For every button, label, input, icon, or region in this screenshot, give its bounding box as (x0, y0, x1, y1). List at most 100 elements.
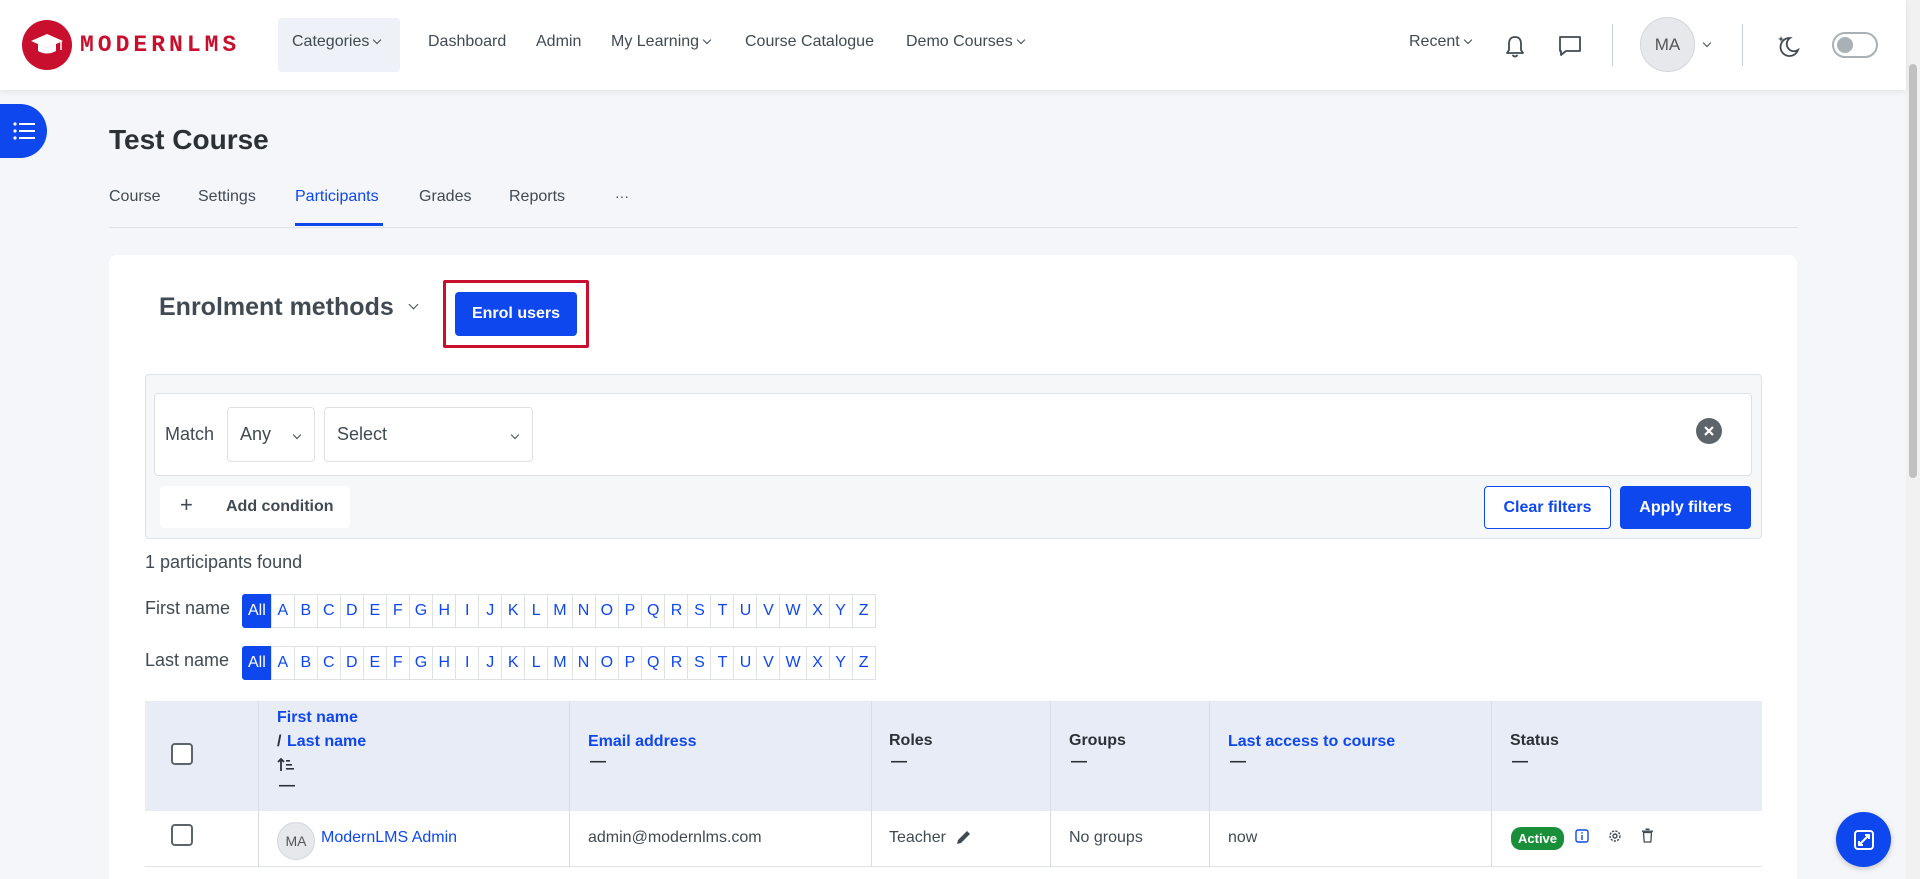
tab-settings[interactable]: Settings (198, 188, 256, 206)
gear-icon[interactable] (1608, 829, 1622, 848)
initial-filter-letter[interactable]: Z (851, 646, 876, 680)
moon-stars-icon[interactable] (1775, 33, 1801, 64)
bell-icon[interactable] (1503, 33, 1527, 64)
expand-fullscreen-button[interactable] (1836, 812, 1891, 867)
enrol-users-button[interactable]: Enrol users (455, 292, 577, 336)
initial-filter-letter[interactable]: B (293, 594, 318, 628)
initial-filter-letter[interactable]: P (618, 594, 643, 628)
tab-participants[interactable]: Participants (295, 188, 379, 206)
initial-filter-letter[interactable]: F (385, 594, 410, 628)
initial-filter-letter[interactable]: R (664, 594, 689, 628)
initial-filter-letter[interactable]: O (594, 594, 620, 628)
initial-filter-letter[interactable]: J (478, 594, 503, 628)
course-index-drawer-button[interactable] (0, 104, 47, 158)
initial-filter-letter[interactable]: N (571, 646, 596, 680)
initial-filter-letter[interactable]: G (408, 646, 434, 680)
nav-course-catalogue[interactable]: Course Catalogue (745, 33, 874, 51)
sort-last-access[interactable]: Last access to course (1228, 733, 1395, 751)
initial-filter-letter[interactable]: Z (851, 594, 876, 628)
nav-admin[interactable]: Admin (536, 33, 581, 51)
initial-filter-letter[interactable]: G (408, 594, 434, 628)
participant-name-link[interactable]: ModernLMS Admin (321, 829, 457, 847)
initial-filter-letter[interactable]: U (733, 646, 758, 680)
initial-filter-letter[interactable]: S (687, 594, 712, 628)
initial-filter-letter[interactable]: U (733, 594, 758, 628)
initial-filter-letter[interactable]: W (779, 594, 807, 628)
initial-filter-letter[interactable]: L (524, 646, 549, 680)
clear-filters-button[interactable]: Clear filters (1484, 486, 1611, 529)
info-icon[interactable] (1575, 829, 1589, 848)
match-select[interactable]: Any (227, 407, 315, 462)
initial-filter-letter[interactable]: T (710, 594, 735, 628)
initial-filter-letter[interactable]: S (687, 646, 712, 680)
initial-filter-letter[interactable]: H (432, 594, 457, 628)
user-menu-chevron-down-icon[interactable] (1702, 36, 1712, 54)
enrolment-methods-heading[interactable]: Enrolment methods (159, 293, 394, 322)
initial-filter-letter[interactable]: F (385, 646, 410, 680)
apply-filters-button[interactable]: Apply filters (1620, 486, 1751, 529)
initial-filter-letter[interactable]: I (455, 594, 480, 628)
initial-filter-letter[interactable]: E (362, 594, 387, 628)
pencil-icon[interactable] (955, 828, 973, 851)
initial-filter-letter[interactable]: M (547, 646, 573, 680)
brand-logo[interactable]: MODERNLMS (22, 20, 240, 70)
initial-filter-letter[interactable]: N (571, 594, 596, 628)
initial-filter-letter[interactable]: T (710, 646, 735, 680)
row-select-checkbox[interactable] (171, 824, 193, 846)
initial-filter-letter[interactable]: Y (828, 594, 853, 628)
initial-filter-letter[interactable]: Y (828, 646, 853, 680)
initial-filter-letter[interactable]: Q (641, 646, 666, 680)
initial-filter-letter[interactable]: E (362, 646, 387, 680)
sort-last-name[interactable]: Last name (287, 733, 366, 751)
initial-filter-letter[interactable]: A (270, 646, 295, 680)
select-all-checkbox[interactable] (171, 743, 193, 765)
filter-type-select[interactable]: Select (324, 407, 533, 462)
initial-filter-letter[interactable]: X (805, 594, 830, 628)
initial-filter-letter[interactable]: H (432, 646, 457, 680)
add-condition-button[interactable]: + Add condition (160, 486, 350, 528)
initial-filter-all[interactable]: All (242, 646, 272, 680)
initial-filter-letter[interactable]: C (316, 594, 341, 628)
sort-first-name[interactable]: First name (277, 709, 358, 727)
initial-filter-letter[interactable]: R (664, 646, 689, 680)
message-icon[interactable] (1557, 34, 1583, 63)
trash-icon[interactable] (1641, 828, 1654, 848)
tab-more[interactable]: ··· (615, 188, 629, 204)
nav-demo-courses[interactable]: Demo Courses (906, 33, 1025, 51)
initial-filter-letter[interactable]: Q (641, 594, 666, 628)
initial-filter-letter[interactable]: P (618, 646, 643, 680)
initial-filter-all[interactable]: All (242, 594, 272, 628)
initial-filter-letter[interactable]: O (594, 646, 620, 680)
sort-email[interactable]: Email address (588, 733, 697, 751)
initial-filter-letter[interactable]: K (501, 646, 526, 680)
initial-filter-letter[interactable]: V (756, 646, 781, 680)
page-scrollbar[interactable] (1906, 0, 1920, 879)
initial-filter-letter[interactable]: J (478, 646, 503, 680)
initial-filter-letter[interactable]: C (316, 646, 341, 680)
header-dash: — (1230, 753, 1246, 770)
initial-filter-letter[interactable]: X (805, 646, 830, 680)
nav-categories[interactable]: Categories (278, 18, 400, 72)
tab-grades[interactable]: Grades (419, 188, 471, 206)
nav-recent[interactable]: Recent (1409, 33, 1472, 51)
initial-filter-letter[interactable]: A (270, 594, 295, 628)
initial-filter-letter[interactable]: D (339, 594, 364, 628)
tab-reports[interactable]: Reports (509, 188, 565, 206)
theme-toggle[interactable] (1832, 32, 1878, 58)
initial-filter-letter[interactable]: K (501, 594, 526, 628)
initial-filter-letter[interactable]: M (547, 594, 573, 628)
header-dash: — (279, 777, 295, 794)
initial-filter-letter[interactable]: W (779, 646, 807, 680)
initial-filter-letter[interactable]: I (455, 646, 480, 680)
remove-filter-close-icon[interactable] (1696, 418, 1722, 444)
initial-filter-letter[interactable]: L (524, 594, 549, 628)
user-avatar[interactable]: MA (1640, 17, 1695, 72)
nav-dashboard[interactable]: Dashboard (428, 33, 506, 51)
initial-filter-letter[interactable]: D (339, 646, 364, 680)
tab-course[interactable]: Course (109, 188, 161, 206)
chevron-down-icon (702, 35, 712, 45)
initial-filter-letter[interactable]: V (756, 594, 781, 628)
nav-my-learning[interactable]: My Learning (611, 33, 712, 51)
initial-filter-letter[interactable]: B (293, 646, 318, 680)
scrollbar-thumb[interactable] (1909, 64, 1917, 478)
